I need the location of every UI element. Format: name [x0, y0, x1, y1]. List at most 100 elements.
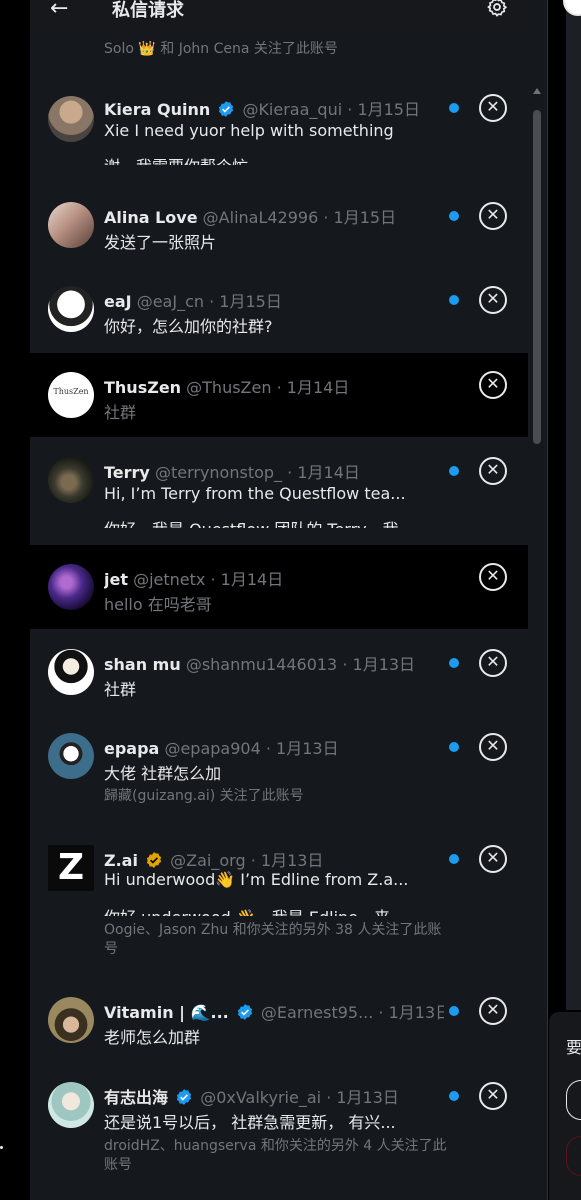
message-preview: 还是说1号以后， 社群急需更新， 有兴...: [104, 1113, 396, 1132]
gear-icon[interactable]: [486, 0, 508, 18]
dismiss-request-button[interactable]: ✕: [479, 94, 507, 122]
request-date: 1月13日: [336, 1088, 399, 1107]
request-row-vitamin[interactable]: Vitamin | 🌊... @Earnest95... · 1月13日 老师怎…: [30, 977, 528, 1063]
close-icon: ✕: [486, 205, 500, 224]
message-preview: Xie I need yuor help with something: [104, 121, 394, 140]
request-row-thuszen[interactable]: ThusZen ThusZen @ThusZen · 1月14日 社群 ✕: [30, 353, 528, 437]
avatar[interactable]: [48, 286, 94, 332]
request-date: 1月15日: [333, 208, 397, 227]
unread-indicator: [449, 103, 459, 113]
request-row-youzhichuhai[interactable]: 有志出海 @0xValkyrie_ai · 1月13日 还是说1号以后， 社群急…: [30, 1062, 528, 1192]
message-preview: 大佬 社群怎么加: [104, 764, 222, 783]
unread-indicator: [449, 658, 459, 668]
header-bar: ← 私信请求: [30, 0, 528, 34]
scroll-up-arrow-icon[interactable]: [533, 88, 541, 94]
avatar[interactable]: [48, 733, 94, 779]
dismiss-request-button[interactable]: ✕: [479, 845, 507, 873]
request-row-eaj[interactable]: eaJ @eaJ_cn · 1月15日 你好，怎么加你的社群? ✕: [30, 266, 528, 352]
unread-indicator: [449, 211, 459, 221]
dismiss-request-button[interactable]: ✕: [479, 457, 507, 485]
request-row-epapa[interactable]: epapa @epapa904 · 1月13日 大佬 社群怎么加 歸藏(guiz…: [30, 713, 528, 823]
sender-name[interactable]: jet: [104, 570, 128, 589]
message-preview: 社群: [104, 680, 137, 699]
sender-name[interactable]: Z.ai: [104, 851, 138, 870]
close-icon: ✕: [486, 374, 500, 393]
message-preview: 老师怎么加群: [104, 1028, 201, 1047]
avatar[interactable]: Z: [48, 845, 94, 891]
sender-handle: @eaJ_cn: [136, 292, 205, 311]
avatar[interactable]: [48, 564, 94, 610]
message-preview-translation: 你好，我是 Questflow 团队的 Terry，我: [104, 516, 434, 528]
sender-name[interactable]: Alina Love: [104, 208, 198, 227]
avatar[interactable]: [48, 997, 94, 1043]
verified-badge-icon: [237, 1004, 252, 1020]
close-icon: ✕: [486, 289, 500, 308]
request-row-zai[interactable]: Z Z.ai @Zai_org · 1月13日 Hi underwood👋 I’…: [30, 825, 528, 977]
verified-badge-icon: [219, 101, 234, 117]
dismiss-request-button[interactable]: ✕: [479, 371, 507, 399]
sender-name[interactable]: Terry: [104, 463, 150, 482]
request-row-alina-love[interactable]: Alina Love @AlinaL42996 · 1月15日 发送了一张照片 …: [30, 182, 528, 268]
left-background: [0, 0, 30, 1200]
request-date: 1月14日: [297, 463, 360, 482]
close-icon: ✕: [486, 652, 500, 671]
dismiss-request-button[interactable]: ✕: [479, 733, 507, 761]
message-preview: 社群: [104, 403, 137, 422]
dismiss-request-button[interactable]: ✕: [479, 202, 507, 230]
unread-indicator: [449, 295, 459, 305]
avatar[interactable]: ThusZen: [48, 372, 94, 418]
close-icon: ✕: [486, 1085, 500, 1104]
sender-handle: @Kieraa_qui: [242, 100, 343, 119]
popup-button-primary[interactable]: [566, 1080, 581, 1120]
sender-name[interactable]: eaJ: [104, 292, 132, 311]
request-row-jet[interactable]: jet @jetnetx · 1月14日 hello 在吗老哥 ✕: [30, 545, 528, 629]
request-row-terry[interactable]: Terry @terrynonstop_ · 1月14日 Hi, I’m Ter…: [30, 437, 528, 545]
message-preview: 你好，怎么加你的社群?: [104, 317, 273, 336]
sender-name[interactable]: Kiera Quinn: [104, 100, 210, 119]
avatar[interactable]: [48, 96, 94, 142]
dismiss-request-button[interactable]: ✕: [479, 997, 507, 1025]
request-date: 1月13日: [352, 655, 416, 674]
scrollbar-thumb[interactable]: [533, 110, 541, 444]
dismiss-request-button[interactable]: ✕: [479, 649, 507, 677]
request-row-shan-mu[interactable]: shan mu @shanmu1446013 · 1月13日 社群 ✕: [30, 629, 528, 713]
avatar[interactable]: [48, 457, 94, 503]
sender-name[interactable]: ThusZen: [104, 378, 181, 397]
dismiss-request-button[interactable]: ✕: [479, 1082, 507, 1110]
message-preview-translation: 谢，我需要你帮个忙: [104, 153, 434, 165]
sender-handle: @terrynonstop_: [154, 463, 283, 482]
back-arrow-icon[interactable]: ←: [50, 0, 68, 20]
close-icon: ✕: [486, 1000, 500, 1019]
close-icon: ✕: [486, 848, 500, 867]
crown-emoji-icon: 👑: [138, 41, 156, 57]
page-title: 私信请求: [112, 0, 184, 21]
avatar[interactable]: [48, 1082, 94, 1128]
message-preview: Hi, I’m Terry from the Questflow tea...: [104, 484, 406, 503]
dismiss-request-button[interactable]: ✕: [479, 286, 507, 314]
sender-handle: @ThusZen: [186, 378, 272, 397]
sender-name[interactable]: shan mu: [104, 655, 181, 674]
dismiss-request-button[interactable]: ✕: [479, 563, 507, 591]
sender-name[interactable]: 有志出海: [104, 1088, 168, 1107]
message-requests-panel: ← 私信请求 Solo 👑 和 John Cena 关注了此账号 Kiera Q…: [30, 0, 548, 1200]
sender-name[interactable]: epapa: [104, 739, 159, 758]
request-date: 1月14日: [220, 570, 284, 589]
request-date: 1月15日: [219, 292, 282, 311]
followed-by-text: 歸藏(guizang.ai) 关注了此账号: [104, 788, 304, 804]
request-date: 1月14日: [286, 378, 350, 397]
message-preview: Hi underwood👋 I’m Edline from Z.a...: [104, 870, 409, 889]
sender-handle: @0xValkyrie_ai: [200, 1088, 322, 1107]
message-preview: 发送了一张照片: [104, 233, 217, 252]
avatar[interactable]: [48, 649, 94, 695]
popup-button-danger[interactable]: [566, 1136, 581, 1176]
request-row-kiera-quinn[interactable]: Kiera Quinn @Kieraa_qui · 1月15日 Xie I ne…: [30, 74, 528, 174]
message-preview: hello 在吗老哥: [104, 595, 212, 614]
sender-name[interactable]: Vitamin | 🌊...: [104, 1003, 229, 1022]
avatar[interactable]: [48, 202, 94, 248]
right-side-panel: [566, 10, 581, 1010]
close-icon: ✕: [486, 97, 500, 116]
close-icon: ✕: [486, 460, 500, 479]
followed-by-text: Oogie、Jason Zhu 和你关注的另外 38 人关注了此账号: [104, 922, 442, 957]
request-date: 1月13日: [276, 739, 339, 758]
followed-by-text: droidHZ、huangserva 和你关注的另外 4 人关注了此账号: [104, 1138, 447, 1173]
